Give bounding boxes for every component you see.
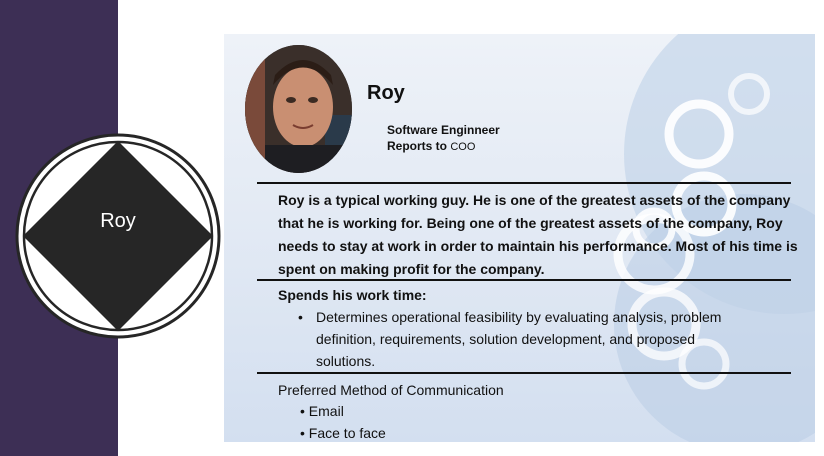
communication-item-label: Email bbox=[308, 403, 344, 419]
role-block: Software Enginneer Reports to COO bbox=[387, 122, 500, 155]
bullet-icon: • bbox=[300, 403, 305, 419]
work-bullet: • Determines operational feasibility by … bbox=[298, 306, 728, 372]
communication-heading: Preferred Method of Communication bbox=[278, 382, 504, 398]
communication-item-label: Face to face bbox=[308, 425, 386, 441]
work-bullet-text: Determines operational feasibility by ev… bbox=[316, 309, 722, 369]
person-name: Roy bbox=[367, 82, 405, 104]
divider-middle bbox=[257, 279, 791, 281]
diamond-badge-graphic bbox=[15, 133, 221, 339]
profile-photo bbox=[245, 45, 352, 173]
reports-prefix: Reports to bbox=[387, 139, 447, 153]
job-title: Software Enginneer bbox=[387, 123, 500, 137]
divider-top bbox=[257, 182, 791, 184]
reports-line: Reports to COO bbox=[387, 138, 500, 155]
communication-item-face: • Face to face bbox=[300, 425, 386, 441]
description: Roy is a typical working guy. He is one … bbox=[278, 192, 798, 277]
bullet-icon: • bbox=[300, 425, 305, 441]
bullet-icon: • bbox=[298, 309, 303, 325]
divider-bottom bbox=[257, 372, 791, 374]
work-heading: Spends his work time: bbox=[278, 287, 427, 303]
badge-label: Roy bbox=[100, 210, 136, 232]
communication-item-email: • Email bbox=[300, 403, 344, 419]
title-badge bbox=[15, 133, 221, 339]
reports-to: COO bbox=[450, 141, 476, 153]
